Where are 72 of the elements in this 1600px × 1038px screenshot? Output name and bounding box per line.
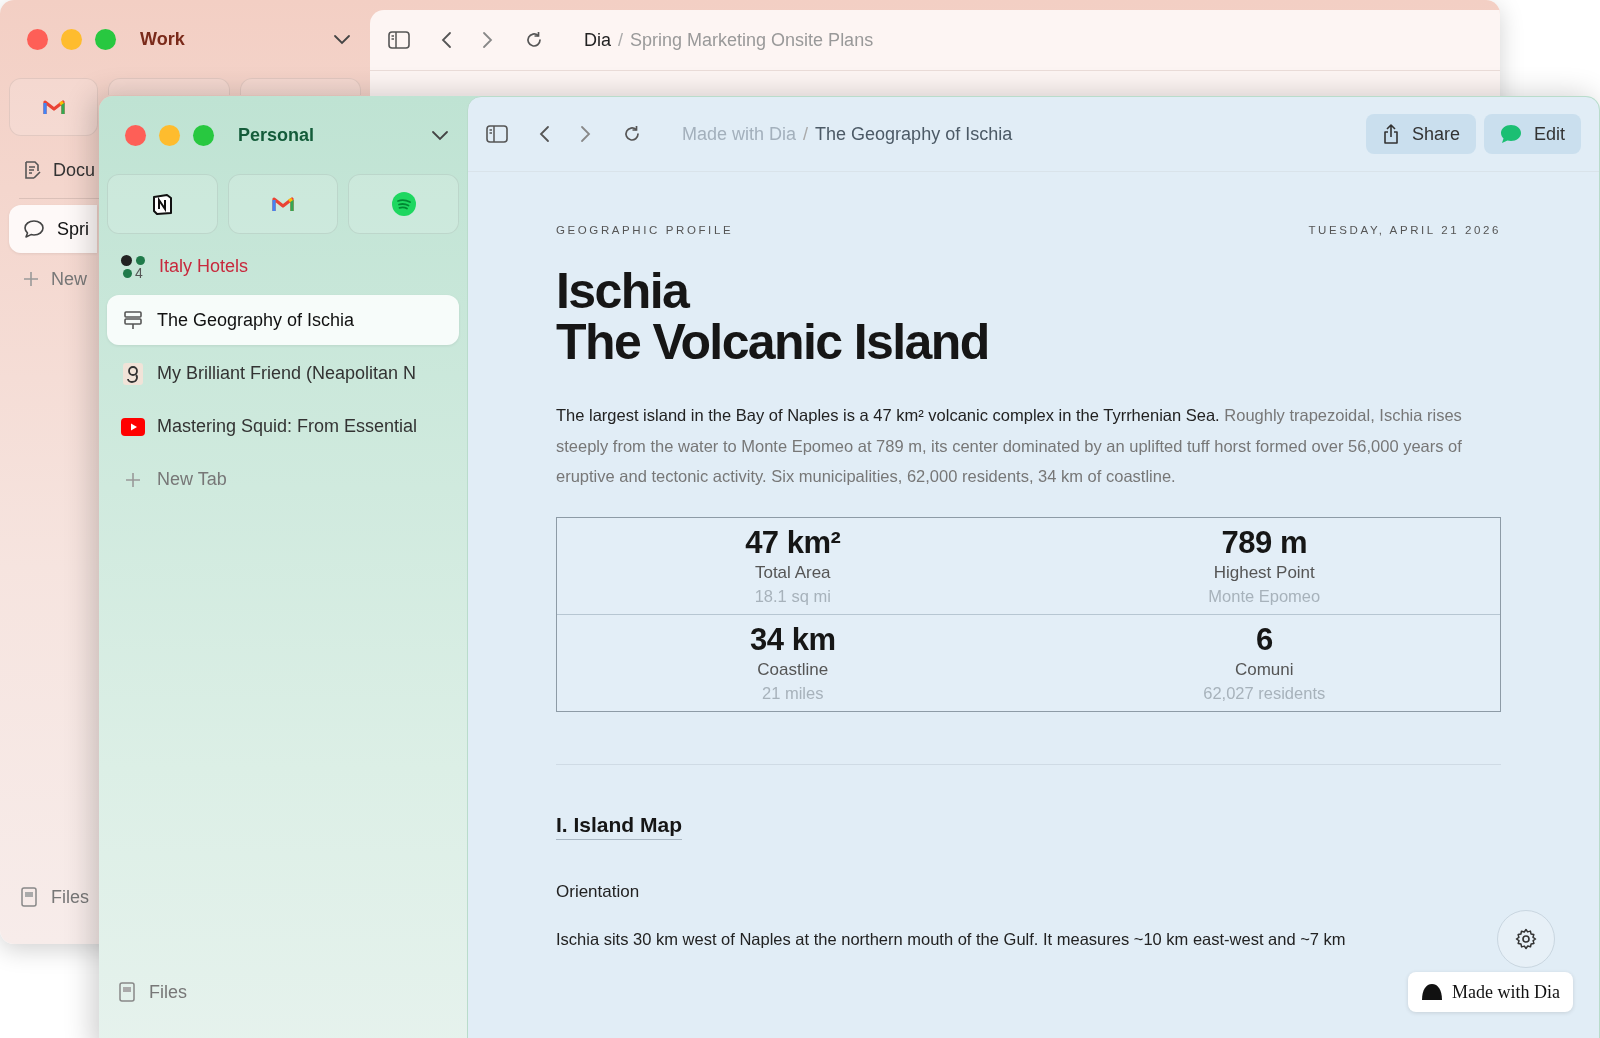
share-button[interactable]: Share (1365, 114, 1476, 154)
stat-label: Highest Point (1213, 562, 1315, 583)
sidebar-toggle-icon[interactable] (388, 31, 410, 49)
forward-icon[interactable] (482, 31, 494, 49)
date-label: TUESDAY, APRIL 21 2026 (1308, 224, 1501, 236)
window-close-button[interactable] (27, 28, 48, 50)
profile-name[interactable]: Work (140, 28, 333, 50)
file-icon (119, 982, 135, 1002)
stat-label: Total Area (754, 562, 831, 583)
reload-icon[interactable] (622, 124, 642, 144)
made-with-badge[interactable]: Made with Dia (1408, 972, 1573, 1012)
plus-icon (23, 271, 39, 287)
profile-name[interactable]: Personal (238, 124, 431, 146)
cube-logo-icon (151, 193, 174, 215)
body-text: Ischia sits 30 km west of Naples at the northern mouth of the Gulf. It measures ~10 km east-west and ~7 km (556, 929, 1347, 949)
stat-note: Monte Epomeo (1208, 586, 1321, 606)
pinned-tab[interactable] (107, 174, 218, 234)
chevron-down-icon[interactable] (333, 33, 351, 45)
dome-logo-icon (1421, 983, 1443, 1001)
settings-icon (1515, 928, 1537, 950)
sidebar-tab[interactable]: Mastering Squid: From Essential (107, 400, 459, 453)
intro-paragraph: The largest island in the Bay of Naples is a 47 km² volcanic complex in the Tyrrhenian Sea. Roughly trapezoidal, Ischia rises steeply from the water to Monte Epomeo at 789 m, its center dominated by an uplifted tuff horst formed over 56,000 years of eruptive and tectonic activity. Six municipalities, 62,000 residents, 34 km of coastline. (556, 405, 1463, 487)
subheading: Orientation (556, 881, 640, 902)
page-heading: Ischia (556, 266, 689, 317)
back-icon[interactable] (440, 31, 452, 49)
speech-bubble-icon (23, 219, 45, 239)
sidebar-toggle-icon[interactable] (486, 125, 508, 143)
layout-icon (123, 310, 143, 330)
new-tab-button[interactable]: New Tab (107, 453, 459, 506)
window-close-button[interactable] (125, 124, 146, 146)
back-icon[interactable] (538, 125, 550, 143)
page-heading: The Volcanic Island (556, 317, 989, 368)
plus-icon (125, 471, 141, 488)
sidebar-tab[interactable]: The Geography of Ischia (107, 295, 459, 345)
mail-icon (272, 196, 294, 212)
edit-button[interactable]: Edit (1483, 114, 1581, 154)
reload-icon[interactable] (524, 30, 544, 50)
sidebar-tab[interactable]: Docu (9, 146, 97, 194)
sidebar-tab[interactable]: Spri (9, 205, 97, 253)
page-title: Spring Marketing Onsite Plans (630, 29, 874, 51)
window-zoom-button[interactable] (95, 28, 116, 50)
play-button-icon (121, 417, 145, 436)
stat-label: Comuni (1234, 659, 1294, 680)
stat-note: 18.1 sq mi (754, 586, 831, 606)
stat-note: 21 miles (762, 683, 824, 703)
sidebar-tab[interactable]: My Brilliant Friend (Neapolitan N (107, 347, 459, 400)
stat-value: 789 m (1221, 524, 1307, 561)
files-button[interactable]: Files (107, 965, 459, 1019)
files-button[interactable]: Files (9, 870, 97, 924)
chat-bubble-icon (1499, 124, 1522, 144)
chevron-down-icon[interactable] (431, 129, 449, 141)
share-icon (1381, 124, 1400, 144)
stat-value: 34 km (750, 621, 836, 658)
page-title: The Geography of Ischia (815, 123, 1013, 145)
audio-waves-icon (391, 192, 416, 216)
forward-icon[interactable] (580, 125, 592, 143)
category-label: GEOGRAPHIC PROFILE (556, 224, 734, 236)
section-heading: I. Island Map (556, 812, 683, 840)
breadcrumb-separator: / (618, 29, 624, 51)
stat-value: 47 km² (745, 524, 841, 561)
breadcrumb-separator: / (803, 123, 809, 145)
sidebar-tab[interactable]: 4 Italy Hotels (107, 240, 459, 293)
stat-label: Coastline (757, 659, 829, 680)
mail-icon (42, 99, 65, 115)
stat-note: 62,027 residents (1203, 683, 1326, 703)
breadcrumb-link[interactable]: Dia (584, 29, 611, 51)
file-icon (21, 887, 37, 907)
stat-value: 6 (1255, 621, 1273, 658)
g-letter-icon (123, 362, 143, 385)
window-zoom-button[interactable] (193, 124, 214, 146)
tab-group-label: Italy Hotels (159, 256, 249, 277)
note-edit-icon (23, 160, 41, 180)
